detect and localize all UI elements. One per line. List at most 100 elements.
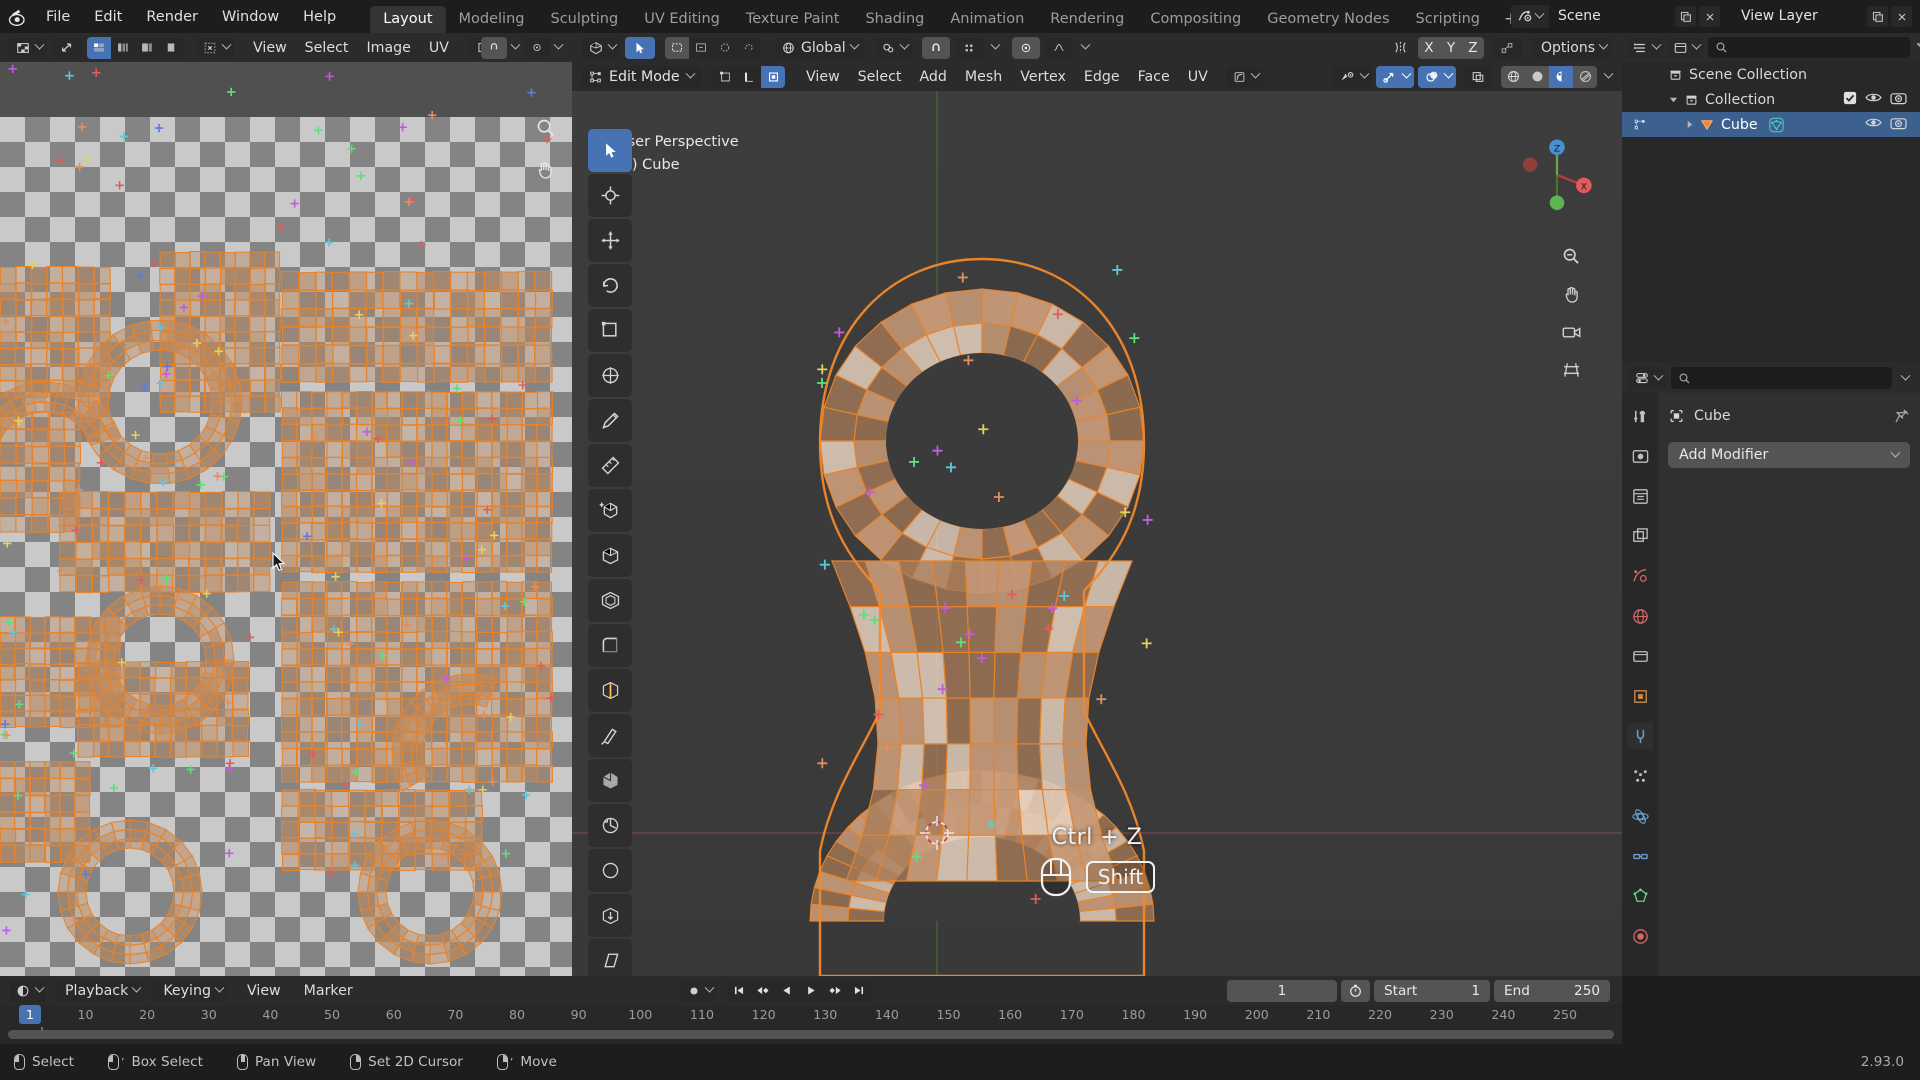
workspace-tab-geometry-nodes[interactable]: Geometry Nodes	[1254, 6, 1402, 33]
outliner-search-input[interactable]	[1708, 37, 1910, 58]
properties-tab-constraints[interactable]	[1627, 843, 1653, 869]
edge-select-icon[interactable]	[737, 66, 761, 88]
add-modifier-button[interactable]: Add Modifier	[1668, 442, 1910, 468]
cursor-tool-icon[interactable]	[588, 174, 632, 217]
collection-checkbox[interactable]	[1843, 91, 1857, 109]
tweak-select-tool-icon[interactable]	[625, 37, 655, 59]
scene-selector[interactable]: Scene	[1511, 5, 1669, 28]
workspace-tab-compositing[interactable]: Compositing	[1137, 6, 1254, 33]
measure-tool-icon[interactable]	[588, 444, 632, 487]
topbar-menu-render[interactable]: Render	[134, 5, 210, 29]
properties-tab-output[interactable]	[1627, 483, 1653, 509]
workspace-tab-rendering[interactable]: Rendering	[1037, 6, 1137, 33]
gizmo-icon[interactable]	[1376, 66, 1414, 88]
properties-search-input[interactable]	[1671, 367, 1892, 389]
overlays-icon[interactable]	[1418, 66, 1456, 88]
timeline-scrollbar[interactable]	[8, 1030, 1614, 1039]
mesh-select-mode-group[interactable]	[713, 66, 785, 88]
filter-icon[interactable]	[1915, 41, 1920, 54]
mirror-axis-z[interactable]: Z	[1462, 37, 1484, 59]
outliner-display-mode-icon[interactable]	[1668, 37, 1703, 59]
loop-cut-icon[interactable]	[588, 669, 632, 712]
end-frame-field[interactable]: End 250	[1494, 980, 1610, 1002]
use-preview-range-icon[interactable]	[1341, 980, 1370, 1002]
mirror-axis-group[interactable]: X Y Z	[1418, 37, 1484, 59]
viewport-menu-mesh[interactable]: Mesh	[956, 66, 1011, 88]
extrude-region-icon[interactable]	[588, 534, 632, 577]
viewport-menu-face[interactable]: Face	[1129, 66, 1179, 88]
topbar-menu-window[interactable]: Window	[210, 5, 291, 29]
knife-icon[interactable]	[588, 714, 632, 757]
proportional-falloff-icon[interactable]	[1045, 37, 1073, 59]
playback-menu[interactable]: Playback	[55, 980, 145, 1002]
current-frame-field[interactable]: 1	[1227, 980, 1337, 1002]
add-cube-tool-icon[interactable]	[588, 489, 632, 532]
viewport-menu-uv[interactable]: UV	[1179, 66, 1217, 88]
blender-logo-icon[interactable]	[0, 0, 34, 33]
ortho-toggle-icon[interactable]	[1558, 357, 1584, 383]
shading-mode-group[interactable]	[1501, 66, 1597, 88]
start-frame-field[interactable]: Start 1	[1374, 980, 1490, 1002]
view-layer-field[interactable]: View Layer	[1732, 5, 1864, 28]
timeline-marker-menu[interactable]: Marker	[295, 980, 362, 1002]
jump-to-end-icon[interactable]	[847, 980, 871, 1002]
properties-tab-collection[interactable]	[1627, 643, 1653, 669]
properties-tab-particles[interactable]	[1627, 763, 1653, 789]
viewport-menu-add[interactable]: Add	[910, 66, 955, 88]
jump-prev-keyframe-icon[interactable]	[751, 980, 775, 1002]
mesh-data-icon[interactable]	[1768, 117, 1785, 133]
properties-editor-type-icon[interactable]	[1629, 367, 1665, 389]
properties-tab-view-layer[interactable]	[1627, 523, 1653, 549]
properties-tab-modifier[interactable]	[1627, 723, 1653, 749]
auto-keying-icon[interactable]	[680, 980, 717, 1002]
transport-buttons[interactable]	[727, 980, 871, 1002]
viewport-editor-type-icon[interactable]	[582, 37, 620, 59]
uv-proportional-edit-icon[interactable]	[524, 37, 550, 59]
jump-to-start-icon[interactable]	[727, 980, 751, 1002]
workspace-tab-modeling[interactable]: Modeling	[446, 6, 538, 33]
scene-name-field[interactable]: Scene	[1549, 5, 1669, 28]
pan-nav-icon[interactable]	[1558, 281, 1584, 307]
viewport-menu-view[interactable]: View	[797, 66, 849, 88]
uv-snap-magnet-icon[interactable]	[481, 37, 507, 59]
outliner-row-scene-collection[interactable]: Scene Collection	[1622, 62, 1920, 87]
move-tool-icon[interactable]	[588, 219, 632, 262]
transform-tool-icon[interactable]	[588, 354, 632, 397]
uv-display-mode-icon[interactable]	[52, 37, 82, 59]
select-mode-group[interactable]	[665, 37, 761, 59]
face-select-icon[interactable]	[761, 66, 785, 88]
topbar-menu-help[interactable]: Help	[291, 5, 348, 29]
remove-scene-icon[interactable]	[1699, 6, 1720, 27]
properties-tab-world[interactable]	[1627, 603, 1653, 629]
uv-canvas[interactable]	[0, 62, 572, 976]
remove-layer-icon[interactable]	[1891, 6, 1912, 27]
keying-menu[interactable]: Keying	[153, 980, 228, 1002]
xray-toggle-icon[interactable]	[1463, 66, 1493, 88]
uv-menu-select[interactable]: Select	[296, 37, 358, 59]
pivot-point-dropdown[interactable]	[875, 37, 912, 59]
uv-menu-image[interactable]: Image	[357, 37, 419, 59]
workspace-tab-sculpting[interactable]: Sculpting	[537, 6, 631, 33]
select-circle-icon[interactable]	[713, 37, 737, 59]
uv-menu-uv[interactable]: UV	[420, 37, 458, 59]
jump-next-keyframe-icon[interactable]	[823, 980, 847, 1002]
camera-nav-icon[interactable]	[1558, 319, 1584, 345]
new-scene-icon[interactable]	[1675, 6, 1696, 27]
uv-view-mode-2[interactable]	[111, 37, 135, 59]
outliner-search-field[interactable]	[1733, 40, 1903, 55]
select-lasso-icon[interactable]	[737, 37, 761, 59]
play-icon[interactable]	[799, 980, 823, 1002]
scene-icon[interactable]	[1511, 5, 1549, 28]
outliner-row-cube[interactable]: Cube	[1622, 112, 1920, 137]
visibility-eye-icon[interactable]	[1865, 91, 1882, 108]
select-box-icon[interactable]	[665, 37, 689, 59]
zoom-nav-icon[interactable]	[1558, 243, 1584, 269]
workspace-tab-texture-paint[interactable]: Texture Paint	[733, 6, 853, 33]
snap-magnet-icon[interactable]	[922, 37, 950, 59]
poly-build-icon[interactable]	[588, 759, 632, 802]
properties-tab-scene[interactable]	[1627, 563, 1653, 589]
scale-tool-icon[interactable]	[588, 309, 632, 352]
uv-zoom-icon[interactable]	[532, 114, 558, 140]
timeline-playhead[interactable]: 1	[30, 1005, 52, 1029]
rendered-shading-icon[interactable]	[1573, 66, 1597, 88]
